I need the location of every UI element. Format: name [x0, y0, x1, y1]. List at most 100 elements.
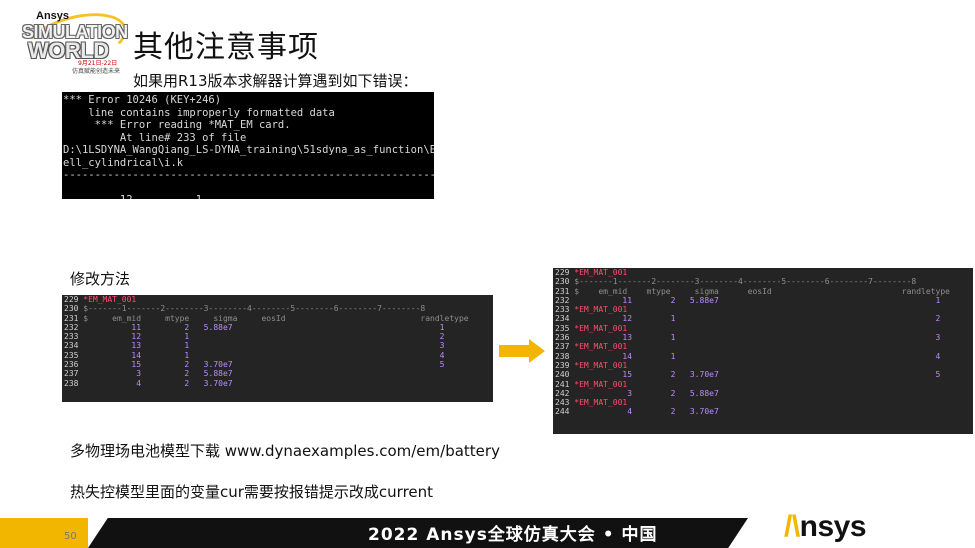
- comment-line: $ em_mid mtype sigma eosId randletype: [78, 313, 469, 323]
- editor-row: 241 *EM_MAT_001: [555, 380, 973, 389]
- thermal-runaway-note: 热失控模型里面的变量cur需要按报错提示改成current: [70, 483, 434, 501]
- data-line: 12 1 2: [78, 332, 445, 342]
- logo-brand: Ansys: [36, 10, 70, 22]
- editor-row: 242 3 2 5.88e7: [555, 389, 973, 398]
- editor-row: 237 3 2 5.88e7: [64, 369, 493, 378]
- editor-row: 238 4 2 3.70e7: [64, 379, 493, 388]
- console-line: 12 1: [63, 194, 433, 199]
- editor-row: 232 11 2 5.88e7 1: [64, 323, 493, 332]
- keyword-line: *EM_MAT_001: [569, 305, 628, 315]
- line-number: 244: [555, 407, 570, 417]
- editor-row: 229 *EM_MAT_001: [64, 295, 493, 304]
- line-number: 232: [64, 322, 79, 332]
- comment-line: $-------1-------2--------3--------4-----…: [569, 277, 917, 287]
- simulation-world-logo: Ansys SIMULATION WORLD 9月21日-22日 仿真赋能创造未…: [17, 3, 133, 79]
- line-number: 236: [64, 360, 79, 370]
- data-line: 4 2 3.70e7: [569, 407, 719, 417]
- data-line: 4 2 3.70e7: [78, 378, 233, 388]
- data-line: 12 1 2: [569, 314, 941, 324]
- line-number: 239: [555, 360, 570, 370]
- console-line: *** Error 10246 (KEY+246): [63, 94, 222, 106]
- page-title: 其他注意事项: [133, 30, 319, 65]
- data-line: 3 2 5.88e7: [78, 369, 233, 379]
- line-number: 233: [64, 332, 79, 342]
- line-number: 240: [555, 370, 570, 380]
- line-number: 238: [555, 351, 570, 361]
- editor-row: 234 13 1 3: [64, 341, 493, 350]
- line-number: 229: [64, 295, 79, 304]
- line-number: 233: [555, 305, 570, 315]
- editor-row: 231 $ em_mid mtype sigma eosId randletyp…: [64, 314, 493, 323]
- keyword-line: *EM_MAT_001: [569, 379, 628, 389]
- line-number: 237: [555, 342, 570, 352]
- keyword-line: *EM_MAT_001: [569, 342, 628, 352]
- line-number: 241: [555, 379, 570, 389]
- line-number: 235: [555, 323, 570, 333]
- data-line: 13 1 3: [569, 333, 941, 343]
- console-line: *** Error reading *MAT_EM card.: [63, 119, 291, 131]
- logo-slogan: 仿真赋能创造未来: [72, 68, 121, 75]
- editor-row: 231 $ em_mid mtype sigma eosId randletyp…: [555, 287, 973, 296]
- console-line: At line# 233 of file: [63, 131, 247, 144]
- comment-line: $ em_mid mtype sigma eosId randletype: [569, 286, 950, 296]
- editor-row: 235 *EM_MAT_001: [555, 324, 973, 333]
- editor-row: 237 *EM_MAT_001: [555, 342, 973, 351]
- battery-model-download: 多物理场电池模型下载 www.dynaexamples.com/em/batte…: [70, 442, 500, 460]
- editor-row: 239 *EM_MAT_001: [555, 361, 973, 370]
- editor-row: 232 11 2 5.88e7 1: [555, 296, 973, 305]
- line-number: 236: [555, 333, 570, 343]
- keyword-line: *EM_MAT_001: [569, 268, 628, 277]
- console-line: line contains improperly formatted data: [63, 106, 335, 119]
- data-line: 15 2 3.70e7 5: [569, 370, 941, 380]
- line-number: 234: [555, 314, 570, 324]
- data-line: 14 1 4: [78, 350, 445, 360]
- editor-row: 230 $-------1-------2--------3--------4-…: [64, 304, 493, 313]
- fix-label: 修改方法: [70, 270, 131, 288]
- editor-row: 236 15 2 3.70e7 5: [64, 360, 493, 369]
- event-title: 2022 Ansys全球仿真大会 • 中国: [368, 525, 658, 545]
- keyword-line: *EM_MAT_001: [78, 295, 137, 304]
- ansys-logo-mark: /\: [784, 510, 800, 543]
- line-number: 242: [555, 388, 570, 398]
- keyword-line: *EM_MAT_001: [569, 323, 628, 333]
- editor-row: 234 12 1 2: [555, 314, 973, 323]
- intro-text: 如果用R13版本求解器计算遇到如下错误：: [133, 72, 418, 90]
- editor-row: 238 14 1 4: [555, 352, 973, 361]
- line-number: 232: [555, 295, 570, 305]
- line-number: 238: [64, 378, 79, 388]
- keyword-line: *EM_MAT_001: [569, 360, 628, 370]
- error-console: *** Error 10246 (KEY+246) line contains …: [62, 92, 434, 199]
- line-number: 229: [555, 268, 570, 277]
- editor-row: 235 14 1 4: [64, 351, 493, 360]
- editor-row: 236 13 1 3: [555, 333, 973, 342]
- data-line: 11 2 5.88e7 1: [78, 322, 445, 332]
- line-number: 230: [555, 277, 570, 287]
- editor-row: 233 *EM_MAT_001: [555, 305, 973, 314]
- editor-row: 243 *EM_MAT_001: [555, 398, 973, 407]
- page-number: 50: [64, 531, 77, 542]
- data-line: 15 2 3.70e7 5: [78, 360, 445, 370]
- line-number: 237: [64, 369, 79, 379]
- editor-row: 229 *EM_MAT_001: [555, 268, 973, 277]
- console-line: D:\1LSDYNA_WangQiang_LS-DYNA_training\51…: [63, 144, 434, 156]
- ansys-logo: /\nsys: [784, 510, 867, 544]
- keyword-line: *EM_MAT_001: [569, 398, 628, 408]
- console-line: ----------------------------------------…: [63, 169, 434, 181]
- line-number: 230: [64, 304, 79, 314]
- line-number: 243: [555, 398, 570, 408]
- editor-row: 233 12 1 2: [64, 332, 493, 341]
- ansys-logo-text: nsys: [799, 510, 867, 543]
- editor-row: 244 4 2 3.70e7: [555, 407, 973, 416]
- editor-row: 230 $-------1-------2--------3--------4-…: [555, 277, 973, 286]
- comment-line: $-------1-------2--------3--------4-----…: [78, 304, 426, 314]
- arrow-right-icon: [499, 339, 545, 363]
- keyword-editor-after: 229 *EM_MAT_001 230 $-------1-------2----…: [553, 268, 973, 434]
- data-line: 14 1 4: [569, 351, 941, 361]
- editor-row: 240 15 2 3.70e7 5: [555, 370, 973, 379]
- line-number: 234: [64, 341, 79, 351]
- line-number: 231: [64, 313, 79, 323]
- line-number: 231: [555, 286, 570, 296]
- line-number: 235: [64, 350, 79, 360]
- console-line: ell_cylindrical\i.k: [63, 156, 184, 169]
